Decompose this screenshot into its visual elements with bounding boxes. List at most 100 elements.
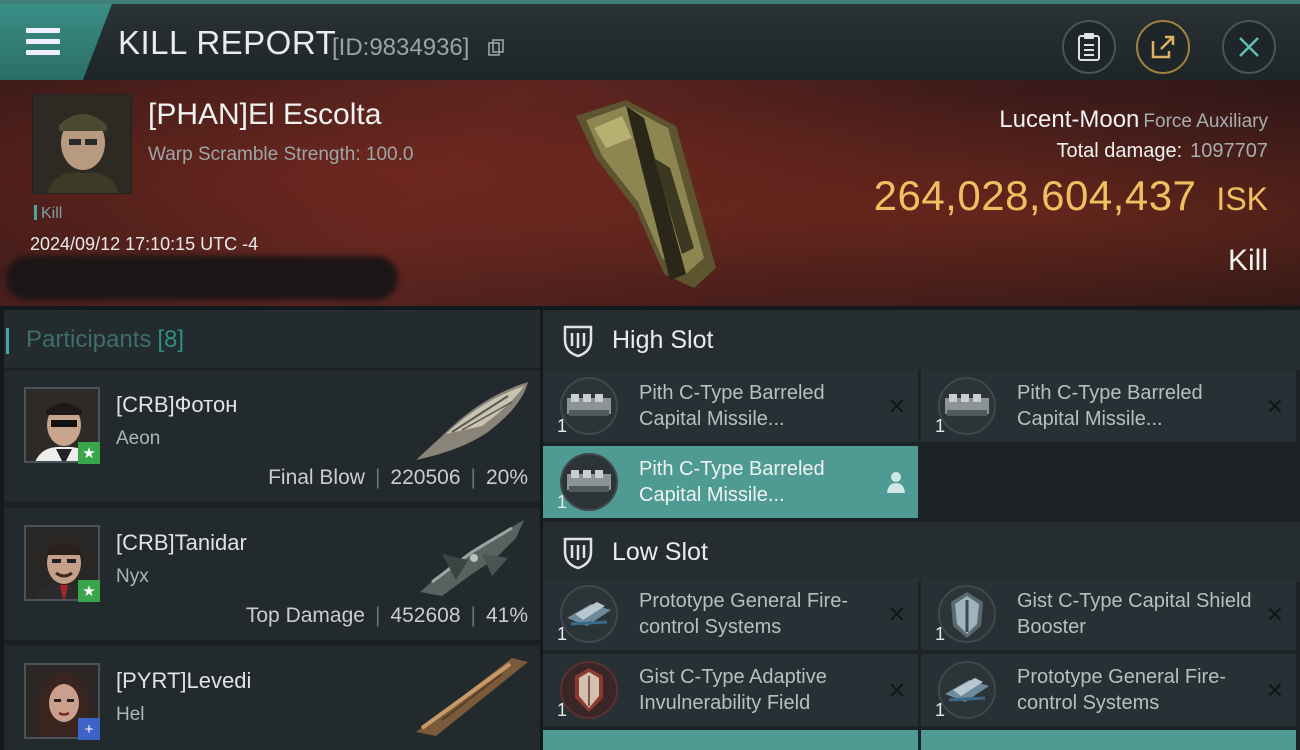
module-slot-selected[interactable]: 1 Pith C-Type Barreled Capital Missile..… [543,446,918,518]
module-name: Pith C-Type Barreled Capital Missile... [639,382,825,430]
module-slot[interactable]: 1 Gist C-Type Capital Shield Booster ✕ [921,578,1296,650]
close-button[interactable] [1222,20,1276,74]
participant-percent: 41% [485,604,528,627]
participant-percent: 20% [485,466,528,489]
module-name: Gist C-Type Adaptive Invulnerability Fie… [639,666,827,714]
pilot-portrait-icon [33,95,131,193]
star-badge-icon: ★ [78,580,100,602]
module-name: Prototype General Fire-control Systems [1017,666,1226,714]
module-slot[interactable]: 1 Prototype General Fire-control Systems… [921,654,1296,726]
high-slot-icon [563,325,593,358]
hamburger-icon-bar [26,39,60,44]
module-quantity: 1 [557,700,568,720]
participant-damage: 220506 [390,466,461,489]
menu-button[interactable] [0,4,112,80]
participants-title-label: Participants [26,326,152,353]
victim-ship-name[interactable]: Lucent-Moon [999,106,1139,133]
plus-badge-icon: + [78,718,100,740]
share-icon [1151,35,1175,59]
participants-panel: Participants [8] ★ [CRB]Фотон Aeon Final … [4,310,540,750]
participant-ship-image [416,658,528,736]
module-quantity: 1 [557,492,568,512]
module-quantity: 1 [557,624,568,644]
low-slot-header: Low Slot [543,522,1300,582]
victim-ship-class: Force Auxiliary [1143,111,1268,132]
warp-scramble-strength: Warp Scramble Strength: 100.0 [148,144,414,165]
high-slot-title: High Slot [612,326,714,354]
module-slot[interactable]: 1 Pith C-Type Barreled Capital Missile..… [543,370,918,442]
participant-row[interactable]: + [PYRT]Levedi Hel [4,646,540,750]
high-slot-header: High Slot [543,310,1300,370]
total-damage: Total damage: 1097707 [1056,140,1268,163]
report-id: [ID:9834936] [332,34,470,61]
module-name: Prototype General Fire-control Systems [639,590,848,638]
participant-ship-image [420,520,524,596]
stats-separator: | [470,604,476,627]
module-name: Pith C-Type Barreled Capital Missile... [1017,382,1203,430]
module-slot[interactable] [543,730,918,750]
result-label: Kill [1227,244,1268,277]
stats-separator: | [374,466,381,489]
module-name: Pith C-Type Barreled Capital Missile... [639,458,825,506]
star-badge-icon: ★ [78,442,100,464]
top-bar: KILL REPORT [ID:9834936] [0,0,1300,80]
clipboard-button[interactable] [1062,20,1116,74]
close-icon[interactable]: ✕ [888,678,906,704]
participant-ship: Aeon [116,428,161,449]
module-quantity: 1 [935,700,946,720]
total-damage-label: Total damage: [1056,140,1183,162]
module-slot[interactable]: 1 Gist C-Type Adaptive Invulnerability F… [543,654,918,726]
participant-ship-image [416,382,528,460]
module-quantity: 1 [557,416,568,436]
victim-ship-line: Lucent-Moon Force Auxiliary [999,106,1268,134]
close-icon [1239,37,1259,57]
participants-count: [8] [157,326,185,353]
low-slot-title: Low Slot [612,538,708,566]
isk-value-line: 264,028,604,437 ISK [874,172,1268,220]
victim-name[interactable]: [PHAN]El Escolta [148,98,381,132]
page-title: KILL REPORT [118,24,337,61]
participant-name[interactable]: [CRB]Фотон [116,392,237,418]
participant-damage: 452608 [390,604,461,627]
module-slot[interactable] [921,730,1296,750]
participant-stats: Top Damage | 452608 | 41% [246,604,528,628]
module-name: Gist C-Type Capital Shield Booster [1017,590,1252,638]
isk-unit: ISK [1216,181,1268,217]
victim-ship-image[interactable] [566,98,726,298]
participant-stats: Final Blow | 220506 | 20% [268,466,528,490]
share-button[interactable] [1136,20,1190,74]
kill-tag: Kill [34,205,62,223]
participants-title: Participants [8] [5,326,185,354]
participant-ship: Nyx [116,566,149,587]
module-slot[interactable]: 1 Prototype General Fire-control Systems… [543,578,918,650]
victim-avatar[interactable] [32,94,132,194]
participant-role: Final Blow [268,466,365,489]
kill-timestamp: 2024/09/12 17:10:15 UTC -4 [30,234,259,254]
clipboard-icon [1078,33,1100,61]
close-icon[interactable]: ✕ [1266,394,1284,420]
stats-separator: | [470,466,476,489]
participant-name[interactable]: [CRB]Tanidar [116,530,247,556]
close-icon[interactable]: ✕ [888,394,906,420]
module-slot[interactable]: 1 Pith C-Type Barreled Capital Missile..… [921,370,1296,442]
copy-icon[interactable] [488,39,504,56]
kill-banner: [PHAN]El Escolta Warp Scramble Strength:… [0,80,1300,306]
module-quantity: 1 [935,624,946,644]
close-icon[interactable]: ✕ [1266,602,1284,628]
stats-separator: | [374,604,381,627]
participant-name[interactable]: [PYRT]Levedi [116,668,251,694]
module-quantity: 1 [935,416,946,436]
participant-ship: Hel [116,704,145,725]
low-slot-icon [563,537,593,570]
redacted-area [6,256,398,300]
participant-row[interactable]: ★ [CRB]Tanidar Nyx Top Damage | 452608 | 41% [4,508,540,640]
close-icon[interactable]: ✕ [1266,678,1284,704]
fitting-panel: High Slot 1 Pith C-Type Barreled Capital… [543,310,1300,750]
person-icon[interactable] [886,470,906,494]
hamburger-icon-bar [26,50,60,55]
isk-value: 264,028,604,437 [873,172,1197,219]
hamburger-icon [26,28,60,33]
participant-role: Top Damage [245,604,365,627]
participant-row[interactable]: ★ [CRB]Фотон Aeon Final Blow | 220506 | 20% [4,370,540,502]
close-icon[interactable]: ✕ [888,602,906,628]
